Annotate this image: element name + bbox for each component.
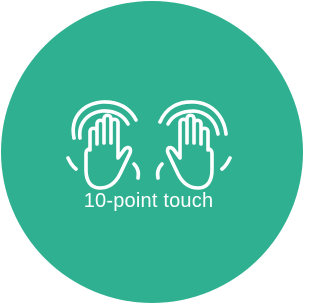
multi-touch-hands-icon bbox=[66, 100, 232, 190]
right-hand-icon bbox=[155, 100, 232, 190]
left-hand-icon bbox=[66, 100, 141, 190]
feature-caption: 10-point touch bbox=[83, 190, 214, 212]
